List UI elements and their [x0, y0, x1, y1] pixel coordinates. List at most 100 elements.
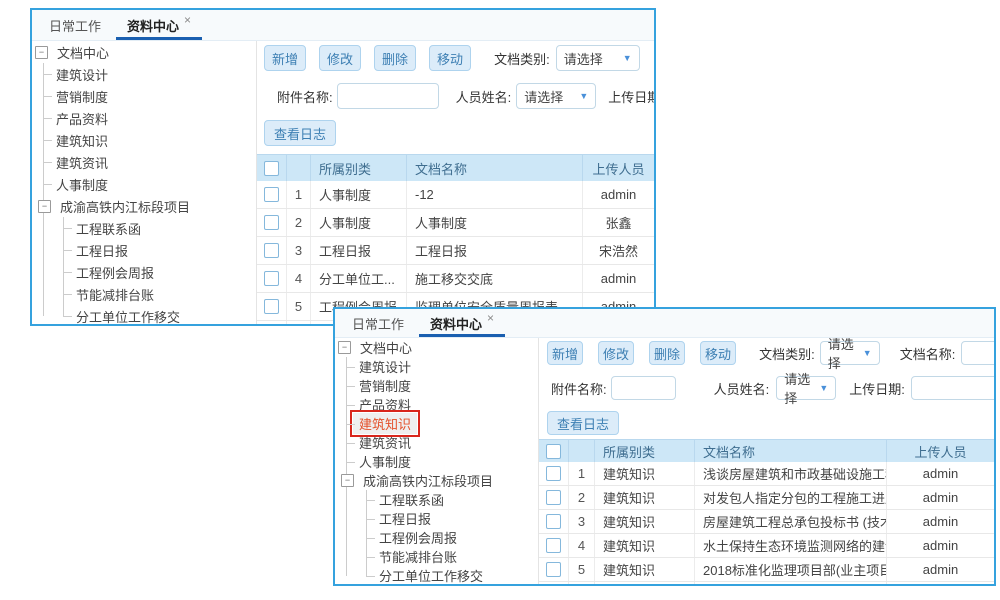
tree-item[interactable]: 工程日报 — [335, 509, 538, 528]
collapse-icon[interactable]: − — [338, 341, 351, 354]
document-panel: 新增 修改 删除 移动 文档类别: 请选择 ▼ 文档名称: 附件名称: 人员姓名… — [539, 338, 994, 585]
tree-item[interactable]: 产品资料 — [335, 395, 538, 414]
tree-item[interactable]: 工程例会周报 — [32, 261, 256, 283]
doc-name-input[interactable] — [961, 341, 994, 365]
tree-item[interactable]: 节能减排台账 — [32, 283, 256, 305]
tree-item[interactable]: 建筑设计 — [32, 63, 256, 85]
row-checkbox[interactable] — [546, 490, 561, 505]
attachment-name-input[interactable] — [611, 376, 676, 400]
table-row[interactable]: 4建筑知识水土保持生态环境监测网络的建设与...admin — [539, 534, 994, 558]
tree-item[interactable]: 人事制度 — [335, 452, 538, 471]
table-row[interactable]: 1人事制度-12admin — [257, 181, 654, 209]
tree-item-label: 工程例会周报 — [373, 527, 463, 548]
column-header-doc-name[interactable]: 文档名称 — [407, 155, 583, 181]
row-number: 1 — [569, 462, 595, 485]
column-header-uploader[interactable]: 上传人员 — [887, 440, 994, 462]
table-row[interactable]: 3建筑知识房屋建筑工程总承包投标书 (技术标...admin — [539, 510, 994, 534]
tree-item[interactable]: 分工单位工作移交 — [335, 566, 538, 585]
row-checkbox[interactable] — [264, 299, 279, 314]
tab-daily-work[interactable]: 日常工作 — [36, 10, 114, 40]
tree-item[interactable]: 工程联系函 — [32, 217, 256, 239]
tree-item[interactable]: 营销制度 — [32, 85, 256, 107]
cell-category: 建筑知识 — [595, 534, 695, 557]
table-row[interactable]: 1建筑知识浅谈房屋建筑和市政基础设施工程施...admin — [539, 462, 994, 486]
tree-item[interactable]: −成渝高铁内江标段项目 — [335, 471, 538, 490]
row-checkbox[interactable] — [264, 187, 279, 202]
tab-data-center[interactable]: 资料中心 × — [114, 10, 204, 40]
select-all-checkbox[interactable] — [546, 444, 561, 459]
tree-item-label: 工程联系函 — [70, 218, 147, 239]
tab-daily-work[interactable]: 日常工作 — [339, 309, 417, 337]
person-name-select[interactable]: 请选择 ▼ — [516, 83, 596, 109]
tree-item[interactable]: 工程联系函 — [335, 490, 538, 509]
collapse-icon[interactable]: − — [341, 474, 354, 487]
view-log-button[interactable]: 查看日志 — [264, 120, 336, 146]
upload-date-input[interactable] — [911, 376, 994, 400]
tree-item[interactable]: 人事制度 — [32, 173, 256, 195]
move-button[interactable]: 移动 — [429, 45, 471, 71]
tab-bar: 日常工作 资料中心 × — [32, 10, 654, 41]
row-number: 3 — [569, 510, 595, 533]
close-icon[interactable]: × — [487, 311, 494, 325]
collapse-icon[interactable]: − — [38, 200, 51, 213]
documents-table: 所属别类 文档名称 上传人员 1人事制度-12admin2人事制度人事制度张鑫3… — [257, 154, 654, 325]
table-row[interactable]: 2建筑知识对发包人指定分包的工程施工进度安...admin — [539, 486, 994, 510]
collapse-icon[interactable]: − — [35, 46, 48, 59]
tree-item-label: 建筑知识 — [353, 413, 417, 434]
row-checkbox[interactable] — [546, 466, 561, 481]
tree-item[interactable]: −文档中心 — [335, 338, 538, 357]
tree-item[interactable]: 产品资料 — [32, 107, 256, 129]
tree-item[interactable]: 分工单位工作移交 — [32, 305, 256, 325]
chevron-down-icon: ▼ — [623, 53, 632, 63]
row-checkbox[interactable] — [264, 271, 279, 286]
view-log-button[interactable]: 查看日志 — [547, 411, 619, 435]
row-checkbox-cell — [539, 558, 569, 581]
table-row[interactable]: 4分工单位工...施工移交交底admin — [257, 265, 654, 293]
row-number: 4 — [569, 534, 595, 557]
tree-item-label: 人事制度 — [353, 451, 417, 472]
table-row[interactable]: 2人事制度人事制度张鑫 — [257, 209, 654, 237]
table-row[interactable]: 6建筑知识建筑工程施工发包与承包违法行为认...admin — [539, 582, 994, 585]
select-all-checkbox[interactable] — [264, 161, 279, 176]
column-header-category[interactable]: 所属别类 — [311, 155, 407, 181]
cell-uploader: admin — [887, 534, 994, 557]
tree-item[interactable]: 营销制度 — [335, 376, 538, 395]
tree-item[interactable]: 工程例会周报 — [335, 528, 538, 547]
tree-item[interactable]: 建筑资讯 — [335, 433, 538, 452]
tree-item[interactable]: 工程日报 — [32, 239, 256, 261]
person-name-select[interactable]: 请选择 ▼ — [776, 376, 836, 400]
row-checkbox[interactable] — [546, 538, 561, 553]
tree-item[interactable]: −成渝高铁内江标段项目 — [32, 195, 256, 217]
column-header-uploader[interactable]: 上传人员 — [583, 155, 654, 181]
row-checkbox[interactable] — [546, 562, 561, 577]
table-row[interactable]: 3工程日报工程日报宋浩然 — [257, 237, 654, 265]
doc-category-select[interactable]: 请选择 ▼ — [556, 45, 640, 71]
row-number: 5 — [569, 558, 595, 581]
delete-button[interactable]: 删除 — [374, 45, 416, 71]
tree-item[interactable]: −文档中心 — [32, 41, 256, 63]
close-icon[interactable]: × — [184, 13, 191, 27]
row-checkbox[interactable] — [546, 514, 561, 529]
edit-button[interactable]: 修改 — [598, 341, 634, 365]
tab-data-center[interactable]: 资料中心 × — [417, 309, 507, 337]
table-row[interactable]: 5建筑知识2018标准化监理项目部(业主项目部)...admin — [539, 558, 994, 582]
add-button[interactable]: 新增 — [547, 341, 583, 365]
add-button[interactable]: 新增 — [264, 45, 306, 71]
tree-item[interactable]: 建筑设计 — [335, 357, 538, 376]
tree-item[interactable]: 建筑资讯 — [32, 151, 256, 173]
row-checkbox[interactable] — [264, 243, 279, 258]
attachment-name-input[interactable] — [337, 83, 439, 109]
doc-category-select[interactable]: 请选择 ▼ — [820, 341, 880, 365]
select-value: 请选择 — [784, 369, 819, 407]
delete-button[interactable]: 删除 — [649, 341, 685, 365]
tree-item[interactable]: 节能减排台账 — [335, 547, 538, 566]
column-header-category[interactable]: 所属别类 — [595, 440, 695, 462]
tree-item[interactable]: 建筑知识 — [32, 129, 256, 151]
edit-button[interactable]: 修改 — [319, 45, 361, 71]
column-header-doc-name[interactable]: 文档名称 — [695, 440, 887, 462]
table-header: 所属别类 文档名称 上传人员 — [257, 154, 654, 181]
row-checkbox[interactable] — [264, 215, 279, 230]
move-button[interactable]: 移动 — [700, 341, 736, 365]
tree-item[interactable]: 建筑知识 — [335, 414, 538, 433]
upload-date-label: 上传日期: — [849, 379, 905, 398]
